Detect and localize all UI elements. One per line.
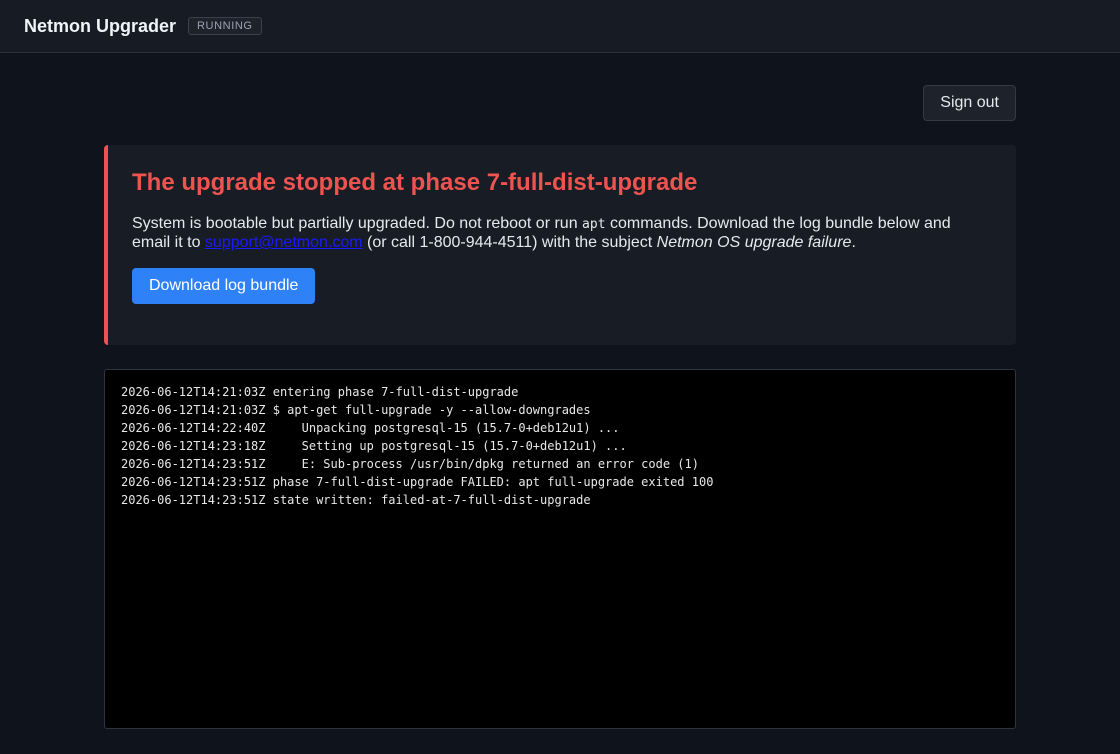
message-part-3: (or call 1-800-944-4511) with the subjec…	[362, 234, 657, 251]
top-bar: Netmon Upgrader RUNNING	[0, 0, 1120, 53]
apt-code: apt	[582, 217, 606, 232]
log-line: 2026-06-12T14:23:51Z state written: fail…	[121, 493, 591, 507]
log-line: 2026-06-12T14:22:40Z Unpacking postgresq…	[121, 421, 620, 435]
message-end: .	[851, 234, 856, 251]
main-content: Sign out The upgrade stopped at phase 7-…	[104, 53, 1016, 729]
log-line: 2026-06-12T14:23:51Z phase 7-full-dist-u…	[121, 475, 714, 489]
error-message: System is bootable but partially upgrade…	[132, 215, 988, 252]
error-panel: The upgrade stopped at phase 7-full-dist…	[104, 145, 1016, 345]
app-title: Netmon Upgrader	[24, 15, 177, 36]
log-line: 2026-06-12T14:23:18Z Setting up postgres…	[121, 439, 627, 453]
download-log-bundle-button[interactable]: Download log bundle	[132, 268, 316, 304]
status-badge: RUNNING	[188, 17, 262, 35]
email-subject: Netmon OS upgrade failure	[656, 234, 852, 251]
error-title: The upgrade stopped at phase 7-full-dist…	[132, 169, 698, 196]
log-line: 2026-06-12T14:21:03Z $ apt-get full-upgr…	[121, 403, 591, 417]
log-line: 2026-06-12T14:23:51Z E: Sub-process /usr…	[121, 457, 699, 471]
support-email-link[interactable]: support@netmon.com	[205, 234, 363, 251]
log-console[interactable]: 2026-06-12T14:21:03Z entering phase 7-fu…	[104, 369, 1016, 729]
signout-row: Sign out	[104, 53, 1016, 121]
log-line: 2026-06-12T14:21:03Z entering phase 7-fu…	[121, 385, 519, 399]
message-part-1: System is bootable but partially upgrade…	[132, 215, 583, 232]
sign-out-button[interactable]: Sign out	[923, 85, 1016, 121]
